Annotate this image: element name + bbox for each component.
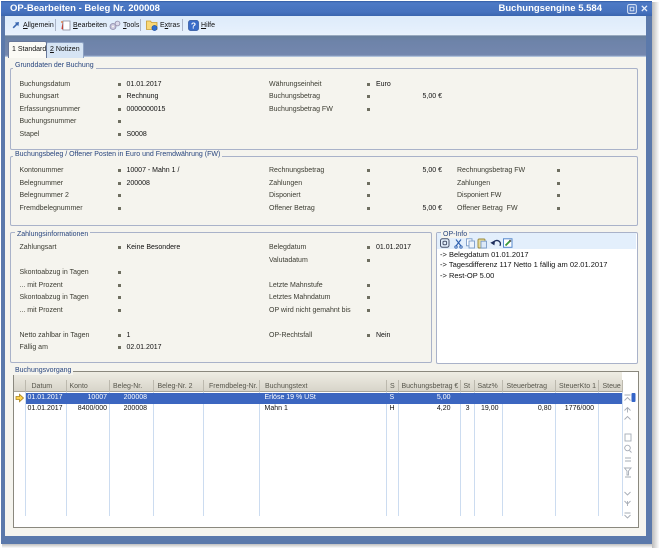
svg-text:?: ?: [191, 20, 196, 30]
